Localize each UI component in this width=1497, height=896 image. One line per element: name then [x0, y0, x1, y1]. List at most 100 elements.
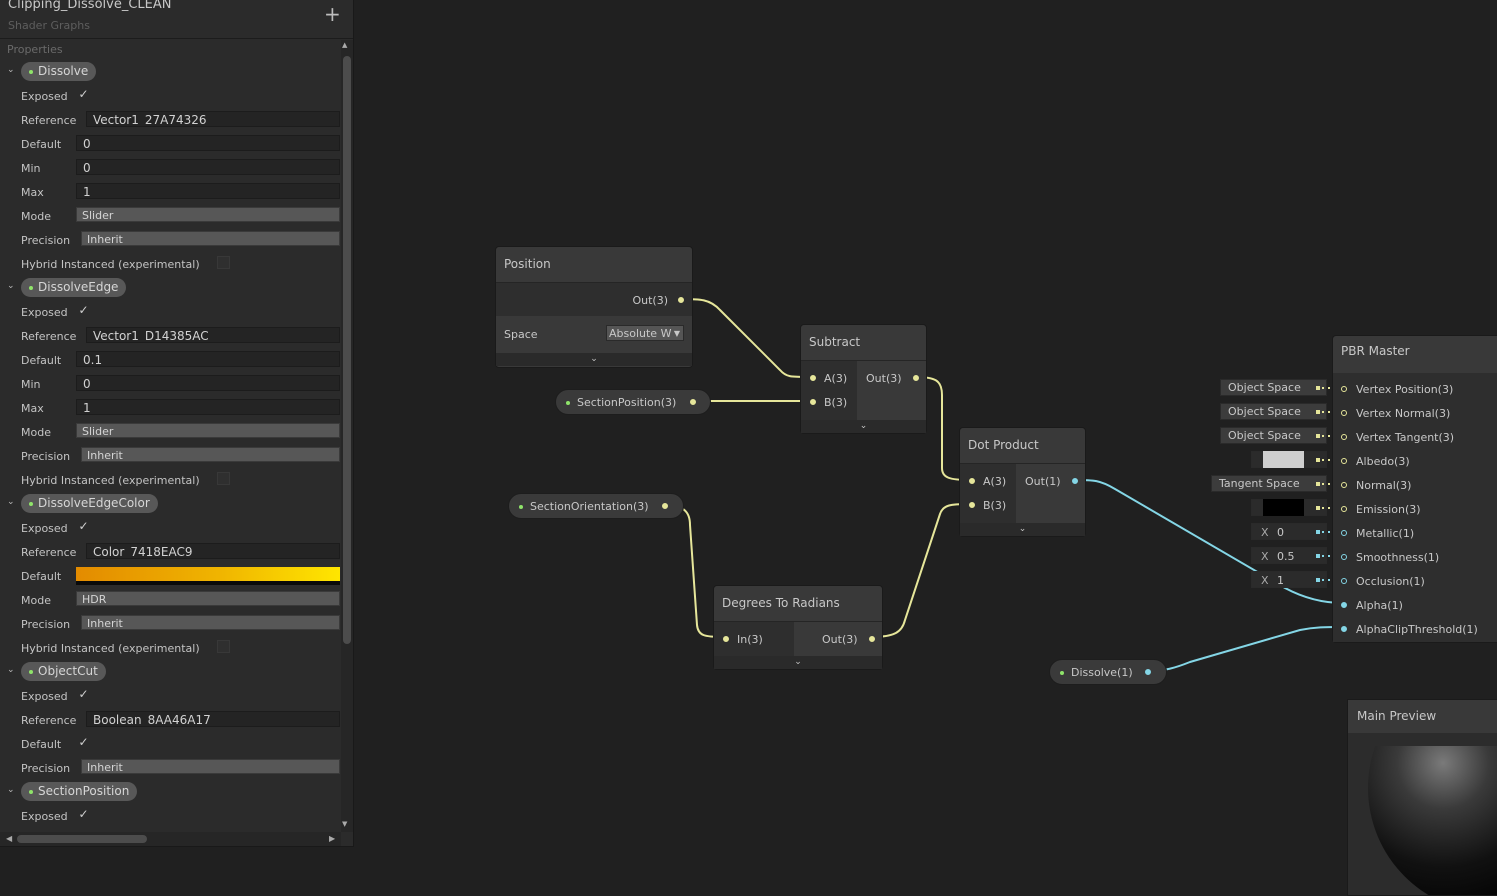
add-property-button[interactable]: +	[324, 4, 341, 24]
edge-dissolve-alphaclip[interactable]	[1146, 626, 1344, 672]
checkbox[interactable]	[217, 256, 230, 269]
text-field[interactable]: 0	[76, 135, 340, 151]
subtract-node[interactable]: Subtract A(3) B(3) Out(3) ⌄	[800, 324, 927, 434]
pbr-input-port[interactable]	[1341, 410, 1347, 416]
dropdown[interactable]: Inherit	[81, 615, 340, 630]
section-position-out-port[interactable]	[690, 399, 696, 405]
dissolve-out-port[interactable]	[1145, 669, 1151, 675]
text-field[interactable]: 1	[76, 183, 340, 199]
property-header[interactable]: ⌄ DissolveEdge	[0, 276, 341, 300]
dot-product-expand-toggle[interactable]: ⌄	[960, 523, 1085, 536]
chevron-down-icon[interactable]: ⌄	[7, 785, 15, 795]
position-expand-toggle[interactable]: ⌄	[496, 353, 692, 366]
subtract-a-port[interactable]	[810, 375, 816, 381]
chevron-down-icon[interactable]: ⌄	[7, 497, 15, 507]
text-field[interactable]: Vector1_27A74326	[86, 111, 340, 127]
chevron-down-icon[interactable]: ⌄	[7, 281, 15, 291]
checkbox[interactable]: ✓	[77, 688, 90, 701]
subtract-out-port[interactable]	[913, 375, 919, 381]
albedo-color-swatch[interactable]	[1263, 451, 1304, 468]
scroll-left-icon[interactable]: ◀	[6, 834, 12, 843]
edge-deg2rad-dot[interactable]	[870, 503, 971, 638]
pbr-input-port[interactable]	[1341, 626, 1347, 632]
property-dot	[29, 286, 33, 290]
scroll-right-icon[interactable]: ▶	[329, 834, 335, 843]
pbr-input-port[interactable]	[1341, 506, 1347, 512]
vertex-position-space-dropdown[interactable]: Object Space	[1220, 379, 1327, 396]
property-pill[interactable]: DissolveEdge	[21, 278, 127, 297]
dropdown[interactable]: Slider	[76, 207, 340, 222]
position-out-port[interactable]	[678, 297, 684, 303]
property-pill[interactable]: SectionPosition	[21, 782, 138, 801]
dot-product-node[interactable]: Dot Product A(3) B(3) Out(1) ⌄	[959, 427, 1086, 537]
property-header[interactable]: ⌄ SectionPosition	[0, 780, 341, 804]
checkbox[interactable]: ✓	[77, 520, 90, 533]
property-header[interactable]: ⌄ ObjectCut	[0, 660, 341, 684]
subtract-b-port[interactable]	[810, 399, 816, 405]
pbr-input-port[interactable]	[1341, 434, 1347, 440]
checkbox[interactable]: ✓	[77, 304, 90, 317]
checkbox[interactable]: ✓	[77, 736, 90, 749]
checkbox[interactable]	[217, 640, 230, 653]
checkbox[interactable]	[217, 472, 230, 485]
property-pill[interactable]: Dissolve	[21, 62, 97, 81]
section-position-property-node[interactable]: SectionPosition(3)	[555, 389, 711, 415]
pbr-input-port[interactable]	[1341, 482, 1347, 488]
section-orientation-out-port[interactable]	[662, 503, 668, 509]
scroll-up-icon[interactable]: ▲	[342, 41, 347, 49]
main-preview-panel[interactable]: Main Preview	[1347, 699, 1497, 896]
dropdown[interactable]: Inherit	[81, 447, 340, 462]
normal-space-dropdown[interactable]: Tangent Space	[1211, 475, 1327, 492]
horizontal-scroll-thumb[interactable]	[17, 835, 147, 843]
deg2rad-out-port[interactable]	[869, 636, 875, 642]
pbr-input-port[interactable]	[1341, 554, 1347, 560]
dropdown[interactable]: Slider	[76, 423, 340, 438]
vertex-normal-space-dropdown[interactable]: Object Space	[1220, 403, 1327, 420]
deg2rad-in-port[interactable]	[723, 636, 729, 642]
edge-position-subtract[interactable]	[680, 298, 812, 378]
property-pill[interactable]: DissolveEdgeColor	[21, 494, 158, 513]
dot-product-inputs	[960, 464, 1016, 524]
dropdown[interactable]: Inherit	[81, 231, 340, 246]
vertex-tangent-space-dropdown[interactable]: Object Space	[1220, 427, 1327, 444]
dot-product-b-port[interactable]	[969, 502, 975, 508]
property-header[interactable]: ⌄ Dissolve	[0, 60, 341, 84]
checkbox[interactable]: ✓	[77, 808, 90, 821]
degrees-to-radians-node[interactable]: Degrees To Radians In(3) Out(3) ⌄	[713, 585, 883, 670]
pbr-input-port[interactable]	[1341, 386, 1347, 392]
dropdown[interactable]: Inherit	[81, 759, 340, 774]
color-field[interactable]	[76, 567, 340, 581]
chevron-down-icon[interactable]: ⌄	[7, 665, 15, 675]
position-space-dropdown[interactable]: Absolute W ▼	[606, 325, 684, 341]
main-preview-viewport[interactable]	[1348, 733, 1497, 895]
deg2rad-expand-toggle[interactable]: ⌄	[714, 656, 882, 669]
subtract-expand-toggle[interactable]: ⌄	[801, 420, 926, 433]
property-row: Hybrid Instanced (experimental)	[0, 636, 341, 660]
text-field[interactable]: 0	[76, 159, 340, 175]
position-node[interactable]: Position Out(3) Space Absolute W ▼ ⌄	[495, 246, 693, 368]
emission-color-swatch[interactable]	[1263, 499, 1304, 516]
dot-product-out-port[interactable]	[1072, 478, 1078, 484]
text-field[interactable]: 0	[76, 375, 340, 391]
properties-label: Properties	[7, 43, 63, 56]
pbr-input-port[interactable]	[1341, 602, 1347, 608]
section-orientation-property-node[interactable]: SectionOrientation(3)	[508, 493, 684, 519]
property-header[interactable]: ⌄ DissolveEdgeColor	[0, 492, 341, 516]
property-pill[interactable]: ObjectCut	[21, 662, 106, 681]
text-field[interactable]: Color_7418EAC9	[86, 543, 340, 559]
vertical-scroll-thumb[interactable]	[343, 56, 351, 644]
pbr-input-port[interactable]	[1341, 578, 1347, 584]
pbr-master-node[interactable]: PBR Master Vertex Position(3) Vertex Norm…	[1332, 335, 1497, 643]
dot-product-a-port[interactable]	[969, 478, 975, 484]
dissolve-property-node[interactable]: Dissolve(1)	[1049, 659, 1167, 685]
text-field[interactable]: 1	[76, 399, 340, 415]
scroll-down-icon[interactable]: ▼	[342, 820, 347, 828]
text-field[interactable]: 0.1	[76, 351, 340, 367]
chevron-down-icon[interactable]: ⌄	[7, 65, 15, 75]
dropdown[interactable]: HDR	[76, 591, 340, 606]
pbr-input-port[interactable]	[1341, 458, 1347, 464]
checkbox[interactable]: ✓	[77, 88, 90, 101]
text-field[interactable]: Boolean_8AA46A17	[86, 711, 340, 727]
text-field[interactable]: Vector1_D14385AC	[86, 327, 340, 343]
pbr-input-port[interactable]	[1341, 530, 1347, 536]
